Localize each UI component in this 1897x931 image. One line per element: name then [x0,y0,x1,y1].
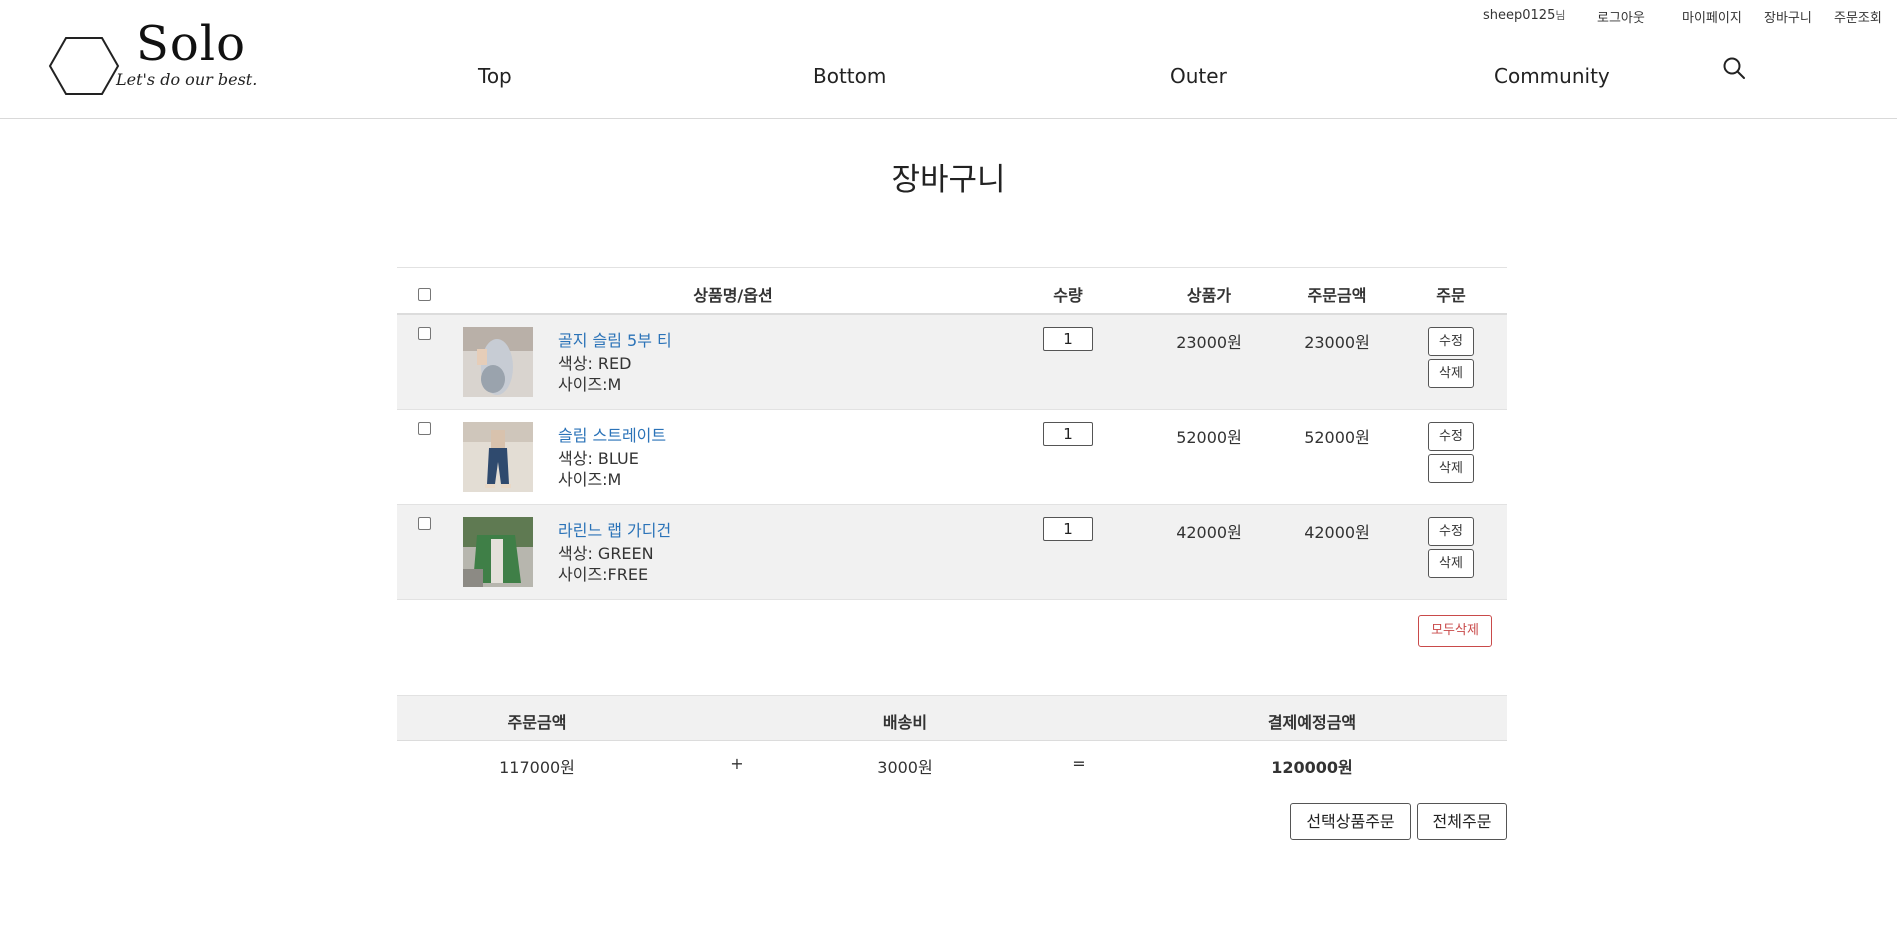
product-name-link[interactable]: 슬림 스트레이트 [558,422,666,446]
site-header: sheep0125님 로그아웃 마이페이지 장바구니 주문조회 Solo Let… [0,0,1897,119]
col-order: 주문 [1436,286,1466,305]
order-selected-button[interactable]: 선택상품주문 [1290,803,1411,840]
product-thumbnail[interactable] [463,517,533,587]
summary-order-amount-label: 주문금액 [507,713,567,732]
product-price: 23000원 [1176,333,1242,352]
row-checkbox[interactable] [418,327,431,340]
col-qty: 수량 [1053,286,1083,305]
table-row: 라린느 랩 가디건 색상: GREEN 사이즈:FREE 1 42000원 42… [397,505,1507,600]
quantity-input[interactable]: 1 [1043,327,1093,351]
logo-title: Solo [136,16,247,72]
edit-button[interactable]: 수정 [1428,517,1474,546]
cart-table: 상품명/옵션 수량 상품가 주문금액 주문 골지 슬림 5부 티 색상: RED… [397,267,1507,600]
search-icon[interactable] [1722,56,1746,80]
row-checkbox[interactable] [418,422,431,435]
row-checkbox[interactable] [418,517,431,530]
nav-outer[interactable]: Outer [1170,64,1227,88]
page-title: 장바구니 [891,162,1006,198]
product-price: 52000원 [1176,428,1242,447]
product-image-icon [463,517,533,587]
table-header: 상품명/옵션 수량 상품가 주문금액 주문 [397,268,1507,315]
table-row: 슬림 스트레이트 색상: BLUE 사이즈:M 1 52000원 52000원 … [397,410,1507,505]
table-row: 골지 슬림 5부 티 색상: RED 사이즈:M 1 23000원 23000원… [397,315,1507,410]
quantity-input[interactable]: 1 [1043,422,1093,446]
logout-link[interactable]: 로그아웃 [1597,7,1645,26]
product-price: 42000원 [1176,523,1242,542]
product-name-link[interactable]: 라린느 랩 가디건 [558,517,671,541]
summary-header: 주문금액 배송비 결제예정금액 [397,695,1507,741]
summary-total: 120000원 [1271,758,1353,777]
quantity-input[interactable]: 1 [1043,517,1093,541]
hexagon-logo-icon [48,37,120,95]
edit-button[interactable]: 수정 [1428,422,1474,451]
summary-shipping-label: 배송비 [882,713,928,732]
summary-order-amount: 117000원 [499,758,575,777]
select-all-checkbox[interactable] [418,288,431,301]
nav-community[interactable]: Community [1494,64,1610,88]
delete-all-button[interactable]: 모두삭제 [1418,615,1492,647]
order-amount: 52000원 [1304,428,1370,447]
product-size: 사이즈:FREE [558,565,649,584]
col-price: 상품가 [1186,286,1232,305]
order-amount: 23000원 [1304,333,1370,352]
delete-button[interactable]: 삭제 [1428,454,1474,483]
user-greeting: sheep0125님 [1483,7,1565,23]
logo-tagline: Let's do our best. [116,70,258,89]
username-suffix: 님 [1555,9,1566,22]
username: sheep0125 [1483,8,1556,23]
product-image-icon [463,422,533,492]
product-thumbnail[interactable] [463,327,533,397]
order-all-button[interactable]: 전체주문 [1417,803,1507,840]
nav-top[interactable]: Top [478,64,512,88]
product-name-link[interactable]: 골지 슬림 5부 티 [558,327,672,351]
edit-button[interactable]: 수정 [1428,327,1474,356]
product-size: 사이즈:M [558,470,622,489]
order-summary: 주문금액 배송비 결제예정금액 117000원 + 3000원 = 120000… [397,695,1507,791]
plus-sign: + [730,754,744,773]
summary-shipping: 3000원 [877,758,933,777]
nav-bottom[interactable]: Bottom [813,64,886,88]
delete-button[interactable]: 삭제 [1428,549,1474,578]
mypage-link[interactable]: 마이페이지 [1682,7,1742,26]
product-size: 사이즈:M [558,375,622,394]
equals-sign: = [1072,754,1086,773]
product-thumbnail[interactable] [463,422,533,492]
summary-total-label: 결제예정금액 [1267,713,1357,732]
cart-link[interactable]: 장바구니 [1764,7,1812,26]
product-image-icon [463,327,533,397]
col-product: 상품명/옵션 [693,286,773,305]
order-amount: 42000원 [1304,523,1370,542]
delete-button[interactable]: 삭제 [1428,359,1474,388]
col-amount: 주문금액 [1307,286,1367,305]
order-lookup-link[interactable]: 주문조회 [1834,7,1882,26]
